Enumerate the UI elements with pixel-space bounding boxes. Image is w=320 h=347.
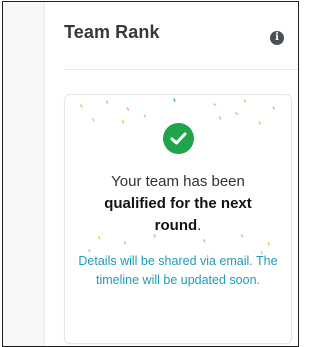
qualification-message: Your team has been qualified for the nex…: [73, 171, 283, 237]
left-sidebar: [3, 2, 45, 346]
team-rank-panel: Team Rank i Your team has been qualified…: [46, 2, 298, 346]
message-line-2: qualified for the next: [104, 195, 252, 212]
panel-header: Team Rank i: [64, 22, 292, 48]
panel-title: Team Rank: [64, 22, 160, 42]
window-frame: Team Rank i Your team has been qualified…: [2, 1, 299, 347]
qualification-card: Your team has been qualified for the nex…: [64, 94, 292, 344]
check-circle-icon: [163, 123, 194, 154]
message-period: .: [197, 217, 202, 234]
message-line-3: round: [154, 217, 198, 234]
header-divider: [64, 69, 298, 70]
info-icon[interactable]: i: [270, 31, 284, 45]
message-line-1: Your team has been: [111, 173, 245, 190]
details-note: Details will be shared via email. The ti…: [78, 254, 278, 287]
